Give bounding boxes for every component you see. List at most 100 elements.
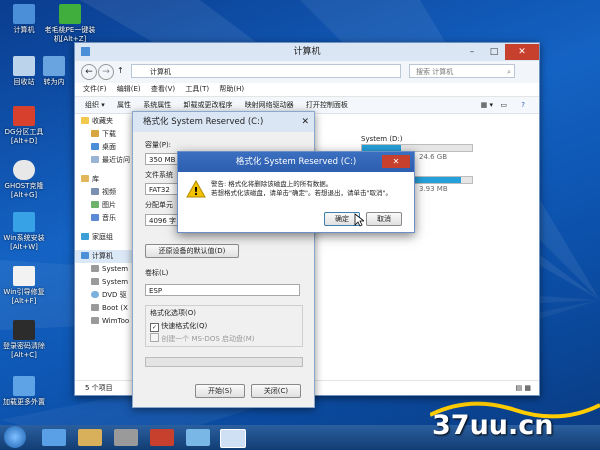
drive-tile-system-d[interactable]: System (D:) 24.6 GB	[361, 135, 473, 161]
address-bar-area: ← → ↑ 计算机 搜索 计算机 ⌕	[75, 61, 539, 83]
convert-icon	[43, 56, 65, 76]
format-dialog-title: 格式化 System Reserved (C:)	[143, 117, 264, 127]
format-warning-dialog: 格式化 System Reserved (C:) ✕ ! 警告: 格式化将删除该…	[177, 151, 415, 233]
taskbar-app-1[interactable]	[42, 429, 66, 446]
partition-tool-icon	[13, 106, 35, 126]
menu-tools[interactable]: 工具(T)	[185, 83, 209, 96]
close-icon[interactable]: ✕	[301, 112, 309, 132]
window-controls: – □ ✕	[461, 43, 539, 61]
warning-message: 警告: 格式化将删除该磁盘上的所有数据。 若想格式化该磁盘，请单击"确定"。若想…	[211, 180, 392, 197]
menu-help[interactable]: 帮助(H)	[219, 83, 244, 96]
download-folder-icon	[91, 130, 99, 137]
volume-label-input[interactable]: ESP	[145, 284, 300, 296]
desktop-icon-win-install[interactable]: Win系统安装[Alt+W]	[0, 212, 52, 252]
volume-label-caption: 卷标(L)	[145, 269, 169, 277]
warning-title: 格式化 System Reserved (C:)	[235, 157, 357, 167]
drive-free-space: 24.6 GB	[419, 153, 448, 161]
close-dialog-button[interactable]: 关闭(C)	[251, 384, 301, 398]
boot-repair-icon	[13, 266, 35, 286]
restore-defaults-button[interactable]: 还原设备的默认值(D)	[145, 244, 239, 258]
search-input[interactable]: 搜索 计算机 ⌕	[409, 64, 515, 78]
maximize-button[interactable]: □	[483, 44, 505, 60]
menu-bar: 文件(F) 编辑(E) 查看(V) 工具(T) 帮助(H)	[75, 83, 539, 97]
computer-icon	[81, 252, 89, 259]
close-button[interactable]: ✕	[505, 44, 539, 60]
recycle-bin-icon	[13, 56, 35, 76]
address-path: 计算机	[150, 68, 171, 76]
recent-places-icon	[91, 156, 99, 163]
desktop-icon-convert[interactable]: 转为内	[34, 56, 74, 87]
format-options-label: 格式化选项(O)	[150, 309, 196, 317]
item-count: 5 个项目	[85, 384, 113, 392]
forward-arrow-icon[interactable]: →	[98, 64, 114, 80]
cancel-button[interactable]: 取消	[366, 212, 402, 226]
homegroup-icon	[81, 233, 89, 240]
peach-logo-icon	[59, 4, 81, 24]
taskbar-app-explorer-active[interactable]	[220, 429, 246, 448]
explorer-titlebar: 计算机 – □ ✕	[75, 43, 539, 61]
desktop-icon-load-external[interactable]: 加载更多外置	[0, 376, 52, 407]
menu-file[interactable]: 文件(F)	[83, 83, 107, 96]
minimize-button[interactable]: –	[461, 44, 483, 60]
search-icon: ⌕	[507, 68, 511, 76]
svg-text:!: !	[193, 185, 198, 198]
music-folder-icon	[91, 214, 99, 221]
address-field[interactable]: 计算机	[131, 64, 401, 78]
desktop-icon-ghost[interactable]: GHOST克隆[Alt+G]	[0, 160, 52, 200]
library-icon	[81, 175, 89, 182]
picture-folder-icon	[91, 201, 99, 208]
quick-format-checkbox[interactable]: ✓ 快速格式化(Q)	[150, 321, 207, 332]
explorer-title: 计算机	[293, 47, 321, 57]
taskbar-app-2[interactable]	[78, 429, 102, 446]
capacity-label: 容量(P):	[145, 141, 172, 149]
preview-pane-icon[interactable]: ▭	[500, 97, 507, 113]
drive-icon	[91, 278, 99, 285]
view-options-icon[interactable]: ▦ ▾	[481, 97, 493, 113]
menu-view[interactable]: 查看(V)	[151, 83, 175, 96]
video-folder-icon	[91, 188, 99, 195]
drive-icon	[91, 265, 99, 272]
file-system-label: 文件系统	[145, 171, 173, 179]
password-clear-icon	[13, 320, 35, 340]
taskbar-app-4[interactable]	[150, 429, 174, 446]
start-button[interactable]	[4, 426, 26, 448]
checkmark-icon: ✓	[150, 323, 159, 332]
menu-edit[interactable]: 编辑(E)	[117, 83, 141, 96]
help-icon[interactable]: ?	[521, 97, 525, 113]
properties-button[interactable]: 属性	[117, 97, 131, 113]
up-arrow-icon[interactable]: ↑	[117, 66, 124, 75]
checkbox-empty-icon	[150, 333, 159, 342]
computer-icon	[13, 4, 35, 24]
start-button[interactable]: 开始(S)	[195, 384, 245, 398]
load-external-icon	[13, 376, 35, 396]
ghost-icon	[13, 160, 35, 180]
close-icon[interactable]: ✕	[382, 155, 410, 168]
taskbar-app-5[interactable]	[186, 429, 210, 446]
drive-free-space: 3.93 MB	[419, 185, 448, 193]
msdos-startup-checkbox[interactable]: 创建一个 MS-DOS 启动盘(M)	[150, 333, 255, 344]
mouse-cursor-icon	[354, 213, 364, 227]
taskbar-app-3[interactable]	[114, 429, 138, 446]
desktop-icon-boot-repair[interactable]: Win引导修复[Alt+F]	[0, 266, 52, 306]
desktop-folder-icon	[91, 143, 99, 150]
drive-name: System (D:)	[361, 135, 403, 143]
drive-icon	[91, 304, 99, 311]
format-progress-bar	[145, 357, 303, 367]
format-dialog-titlebar: 格式化 System Reserved (C:) ✕	[133, 112, 314, 132]
allocation-unit-label: 分配单元	[145, 201, 173, 209]
drive-icon	[91, 317, 99, 324]
warning-icon: !	[186, 180, 206, 198]
star-icon	[81, 117, 89, 124]
details-view-icon[interactable]: ▤ ▦	[516, 381, 531, 395]
desktop-icon-password-clear[interactable]: 登录密码清除[Alt+C]	[0, 320, 52, 360]
watermark-text: 37uu.cn	[432, 410, 554, 441]
window-icon	[81, 47, 90, 56]
warning-titlebar: 格式化 System Reserved (C:) ✕	[178, 152, 414, 172]
format-options-group: 格式化选项(O) ✓ 快速格式化(Q) 创建一个 MS-DOS 启动盘(M)	[145, 305, 303, 347]
dvd-drive-icon	[91, 291, 99, 298]
desktop-icon-dg-partition[interactable]: DG分区工具[Alt+D]	[0, 106, 52, 146]
desktop-icon-onekey-install[interactable]: 老毛桃PE一键装机[Alt+Z]	[42, 4, 98, 44]
organize-button[interactable]: 组织 ▾	[85, 97, 105, 113]
windows-install-icon	[13, 212, 35, 232]
back-arrow-icon[interactable]: ←	[81, 64, 97, 80]
